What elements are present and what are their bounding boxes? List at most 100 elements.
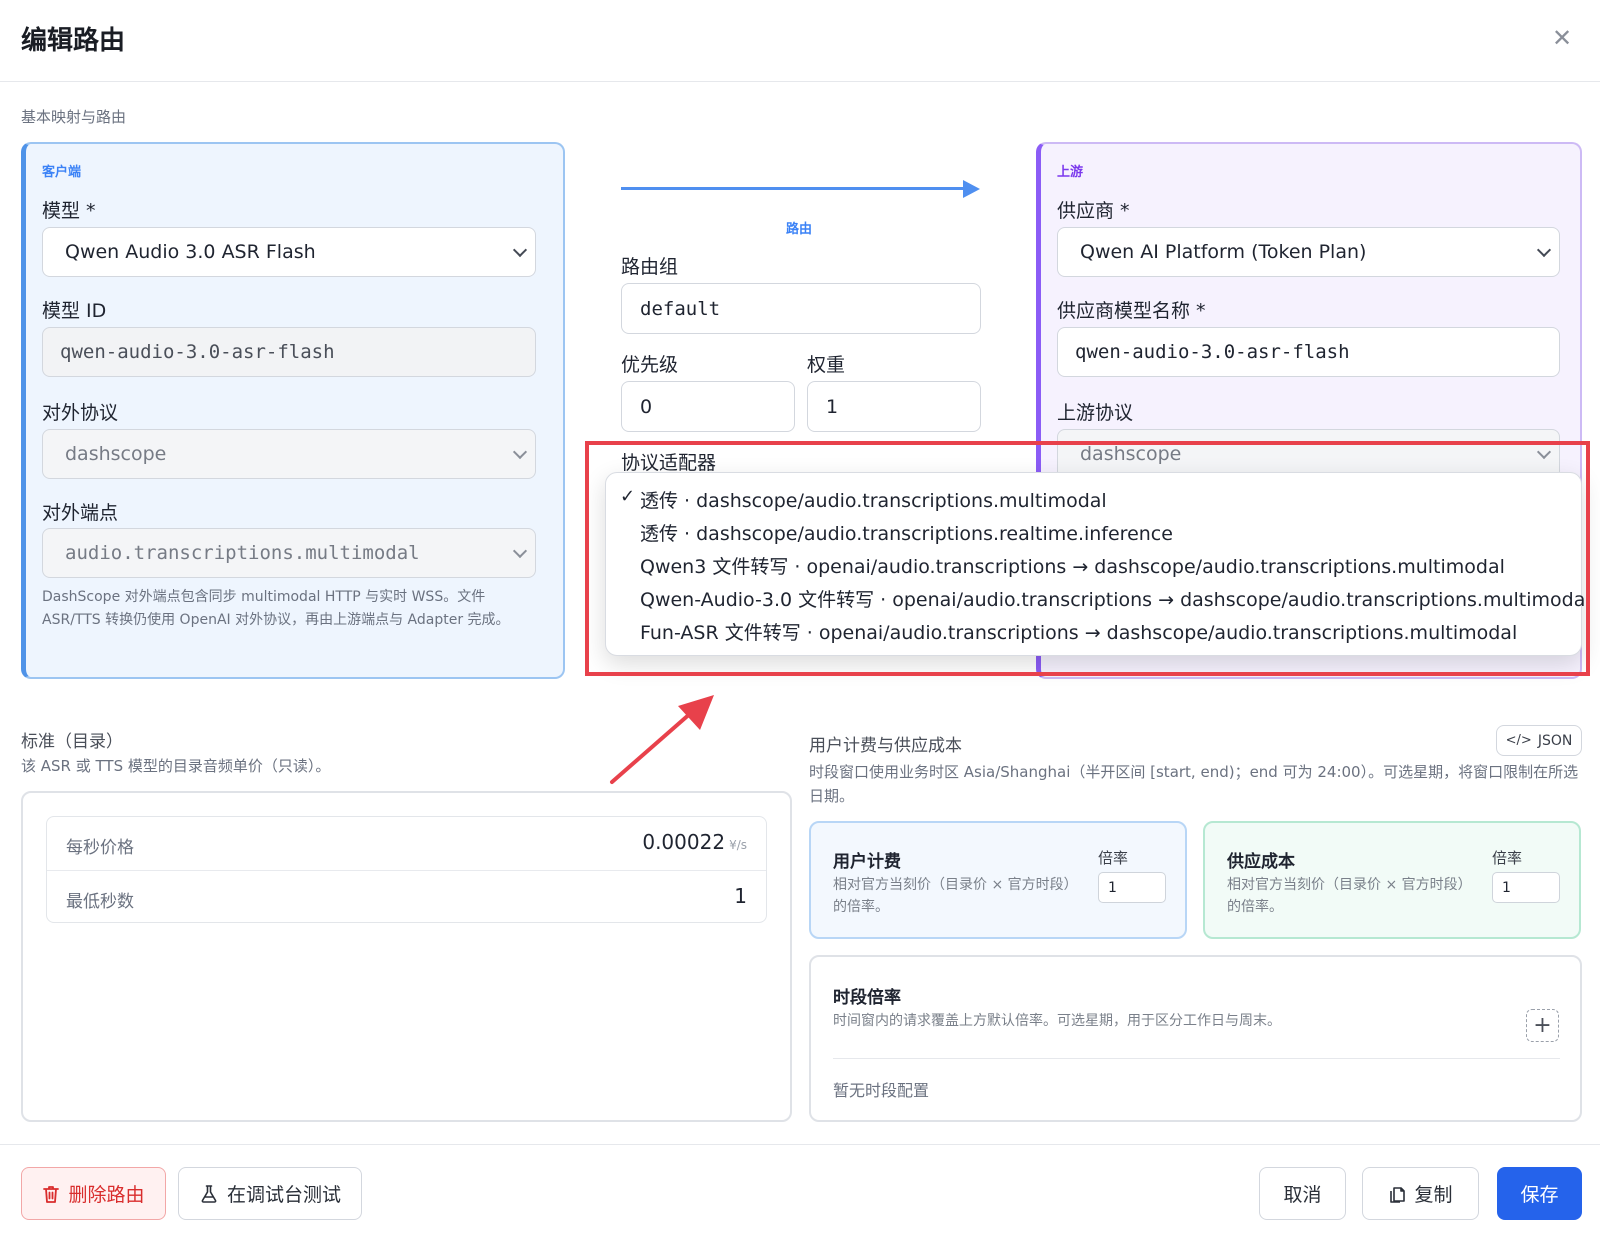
copy-label: 复制 — [1414, 1184, 1453, 1206]
billing-description: 时段窗口使用业务时区 Asia/Shanghai（半开区间 [start, en… — [809, 763, 1579, 805]
standard-title: 标准（目录） — [21, 732, 123, 752]
user-billing-title: 用户计费 — [833, 852, 901, 872]
upstream-tag: 上游 — [1057, 165, 1084, 180]
trash-icon — [43, 1185, 60, 1203]
endpoint-label: 对外端点 — [42, 502, 119, 524]
client-panel: 客户端 模型 * Qwen Audio 3.0 ASR Flash 模型 ID … — [21, 142, 565, 679]
supply-rate-value: 1 — [1502, 879, 1511, 896]
supply-rate-input[interactable]: 1 — [1492, 872, 1560, 903]
route-group-input[interactable]: default — [621, 283, 981, 334]
model-select-value: Qwen Audio 3.0 ASR Flash — [65, 241, 316, 263]
test-in-playground-label: 在调试台测试 — [226, 1184, 341, 1206]
upstream-protocol-label: 上游协议 — [1057, 402, 1134, 424]
dialog-header: 编辑路由 ✕ — [0, 0, 1600, 82]
endpoint-select-value: audio.transcriptions.multimodal — [65, 542, 420, 564]
chevron-down-icon — [512, 444, 528, 460]
weight-input[interactable]: 1 — [807, 381, 981, 432]
min-seconds-label: 最低秒数 — [66, 892, 134, 912]
route-group-label: 路由组 — [621, 256, 679, 278]
provider-model-input[interactable]: qwen-audio-3.0-asr-flash — [1057, 327, 1560, 377]
plus-icon: + — [1533, 1013, 1552, 1038]
json-button-label: JSON — [1537, 732, 1573, 749]
json-button[interactable]: </> JSON — [1496, 725, 1582, 756]
protocol-label: 对外协议 — [42, 402, 119, 424]
weight-label: 权重 — [807, 354, 846, 376]
chevron-down-icon — [512, 242, 528, 258]
time-window-empty: 暂无时段配置 — [833, 1081, 930, 1100]
route-arrow-head — [963, 180, 980, 198]
delete-route-label: 删除路由 — [68, 1184, 145, 1206]
time-window-desc: 时间窗内的请求覆盖上方默认倍率。可选星期，用于区分工作日与周末。 — [833, 1013, 1281, 1029]
standard-table: 每秒价格 0.00022 ¥/s 最低秒数 1 — [46, 816, 767, 923]
add-time-window-button[interactable]: + — [1526, 1009, 1559, 1042]
billing-title: 用户计费与供应成本 — [809, 736, 962, 756]
supply-cost-title: 供应成本 — [1227, 852, 1295, 872]
table-row: 最低秒数 1 — [47, 870, 766, 923]
model-select[interactable]: Qwen Audio 3.0 ASR Flash — [42, 227, 536, 277]
test-in-playground-button[interactable]: 在调试台测试 — [178, 1167, 362, 1220]
save-button[interactable]: 保存 — [1497, 1167, 1582, 1220]
cancel-label: 取消 — [1283, 1184, 1322, 1206]
adapter-label: 协议适配器 — [621, 452, 717, 474]
dialog-title: 编辑路由 — [21, 26, 126, 56]
price-per-second-label: 每秒价格 — [66, 838, 134, 858]
endpoint-select[interactable]: audio.transcriptions.multimodal — [42, 528, 536, 578]
copy-icon — [1390, 1186, 1406, 1203]
checkmark-icon: ✓ — [620, 486, 636, 507]
weight-value: 1 — [826, 395, 839, 418]
priority-value: 0 — [640, 395, 653, 418]
provider-select[interactable]: Qwen AI Platform (Token Plan) — [1057, 227, 1560, 277]
upstream-protocol-value: dashscope — [1080, 443, 1182, 465]
model-id-value: qwen-audio-3.0-asr-flash — [60, 341, 335, 363]
endpoint-hint: DashScope 对外端点包含同步 multimodal HTTP 与实时 W… — [42, 589, 510, 628]
save-label: 保存 — [1520, 1184, 1559, 1206]
divider — [833, 1058, 1560, 1059]
provider-select-value: Qwen AI Platform (Token Plan) — [1080, 241, 1367, 263]
time-window-title: 时段倍率 — [833, 988, 901, 1008]
client-tag: 客户端 — [42, 165, 82, 180]
adapter-dropdown: ✓ 透传 · dashscope/audio.transcriptions.mu… — [605, 472, 1591, 656]
adapter-option[interactable]: Qwen3 文件转写 · openai/audio.transcriptions… — [640, 552, 1505, 579]
priority-input[interactable]: 0 — [621, 381, 795, 432]
provider-model-label: 供应商模型名称 * — [1057, 300, 1206, 322]
user-rate-value: 1 — [1108, 879, 1117, 896]
adapter-option[interactable]: Fun-ASR 文件转写 · openai/audio.transcriptio… — [640, 618, 1517, 645]
protocol-select-value: dashscope — [65, 443, 167, 465]
dialog-footer: 删除路由 在调试台测试 取消 复制 保存 — [0, 1144, 1600, 1235]
price-per-second-value: 0.00022 ¥/s — [642, 830, 747, 854]
adapter-option[interactable]: 透传 · dashscope/audio.transcriptions.mult… — [640, 486, 1107, 513]
protocol-select[interactable]: dashscope — [42, 429, 536, 479]
standard-panel: 每秒价格 0.00022 ¥/s 最低秒数 1 — [21, 791, 792, 1122]
route-group-value: default — [640, 297, 721, 320]
min-seconds-value: 1 — [734, 884, 747, 908]
user-rate-label: 倍率 — [1098, 849, 1129, 867]
priority-label: 优先级 — [621, 354, 679, 376]
chevron-down-icon — [1536, 444, 1552, 460]
section-label: 基本映射与路由 — [21, 108, 127, 126]
adapter-option[interactable]: Qwen-Audio-3.0 文件转写 · openai/audio.trans… — [640, 585, 1591, 612]
supply-cost-card: 供应成本 相对官方当刻价（目录价 × 官方时段）的倍率。 倍率 1 — [1203, 821, 1581, 939]
chevron-down-icon — [1536, 242, 1552, 258]
route-tag: 路由 — [786, 222, 813, 237]
supply-cost-desc: 相对官方当刻价（目录价 × 官方时段）的倍率。 — [1227, 877, 1465, 915]
model-id-label: 模型 ID — [42, 300, 107, 322]
table-row: 每秒价格 0.00022 ¥/s — [47, 817, 766, 870]
model-label: 模型 * — [42, 200, 96, 222]
copy-button[interactable]: 复制 — [1362, 1167, 1479, 1220]
standard-subtitle: 该 ASR 或 TTS 模型的目录音频单价（只读）。 — [21, 757, 331, 775]
adapter-option[interactable]: 透传 · dashscope/audio.transcriptions.real… — [640, 519, 1173, 546]
supply-rate-label: 倍率 — [1492, 849, 1523, 867]
provider-label: 供应商 * — [1057, 200, 1130, 222]
close-icon[interactable]: ✕ — [1552, 26, 1572, 50]
user-rate-input[interactable]: 1 — [1098, 872, 1166, 903]
flask-icon — [201, 1184, 217, 1203]
annotation-arrow — [610, 695, 714, 784]
code-icon: </> — [1505, 733, 1532, 748]
delete-route-button[interactable]: 删除路由 — [21, 1167, 166, 1220]
time-window-panel: 时段倍率 时间窗内的请求覆盖上方默认倍率。可选星期，用于区分工作日与周末。 + … — [809, 955, 1582, 1122]
user-billing-desc: 相对官方当刻价（目录价 × 官方时段）的倍率。 — [833, 877, 1071, 915]
user-billing-card: 用户计费 相对官方当刻价（目录价 × 官方时段）的倍率。 倍率 1 — [809, 821, 1187, 939]
model-id-field[interactable]: qwen-audio-3.0-asr-flash — [42, 327, 536, 377]
cancel-button[interactable]: 取消 — [1259, 1167, 1346, 1220]
route-arrow-line — [621, 187, 971, 190]
